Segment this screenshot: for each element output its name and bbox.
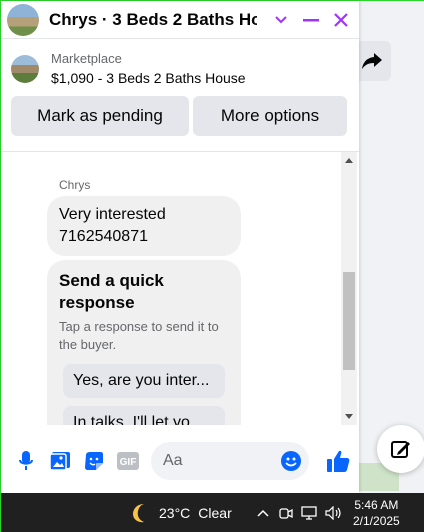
- like-icon[interactable]: [321, 444, 355, 478]
- clock[interactable]: 5:46 AM 2/1/2025: [353, 497, 400, 529]
- weather-condition: Clear: [198, 505, 232, 521]
- more-options-button[interactable]: More options: [193, 96, 347, 136]
- weather-widget[interactable]: 23°C Clear: [129, 502, 232, 524]
- compose-icon: [391, 441, 410, 458]
- clock-time: 5:46 AM: [354, 498, 399, 512]
- message-bubble: Very interested 7162540871: [47, 196, 241, 256]
- close-icon[interactable]: [331, 10, 351, 30]
- chat-window: Chrys · 3 Beds 2 Baths Ho... Marketplace…: [1, 1, 359, 493]
- gif-icon[interactable]: GIF: [111, 444, 145, 478]
- listing-summary[interactable]: Marketplace $1,090 - 3 Beds 2 Baths Hous…: [1, 39, 359, 92]
- scrollbar-thumb[interactable]: [343, 272, 355, 370]
- meet-now-icon[interactable]: [277, 506, 293, 520]
- quick-response-title: Send a quick response: [59, 271, 164, 312]
- mark-as-pending-button[interactable]: Mark as pending: [11, 96, 189, 136]
- chat-title[interactable]: Chrys · 3 Beds 2 Baths Ho...: [49, 10, 257, 30]
- system-tray: [257, 506, 343, 520]
- chevron-down-icon[interactable]: [271, 10, 291, 30]
- mic-icon[interactable]: [9, 444, 43, 478]
- svg-text:GIF: GIF: [120, 457, 137, 468]
- sticker-icon[interactable]: [77, 444, 111, 478]
- scroll-down-arrow[interactable]: [345, 412, 353, 420]
- chat-header: Chrys · 3 Beds 2 Baths Ho...: [1, 1, 359, 39]
- listing-thumbnail: [11, 54, 39, 83]
- message-input[interactable]: Aa: [151, 442, 309, 480]
- emoji-icon[interactable]: [281, 451, 301, 471]
- quick-response-option[interactable]: In talks, I'll let yo...: [63, 406, 225, 425]
- moon-icon: [133, 504, 144, 523]
- volume-icon[interactable]: [325, 506, 343, 520]
- temperature: 23°C: [159, 505, 191, 521]
- chevron-up-icon[interactable]: [257, 509, 269, 517]
- message-input-placeholder: Aa: [163, 452, 183, 469]
- scroll-up-arrow[interactable]: [345, 156, 353, 164]
- quick-response-option[interactable]: Yes, are you inter...: [63, 364, 225, 398]
- quick-response-card: Send a quick response Tap a response to …: [47, 260, 241, 425]
- new-message-button[interactable]: [377, 425, 424, 473]
- message-composer: GIF Aa: [1, 431, 359, 491]
- sender-name: Chrys: [59, 178, 91, 192]
- message-thread[interactable]: Chrys Very interested 7162540871 Send a …: [1, 151, 359, 425]
- network-icon[interactable]: [301, 506, 317, 520]
- photo-icon[interactable]: [43, 444, 77, 478]
- taskbar: 23°C Clear 5:46 AM 2/1/2025: [1, 493, 424, 532]
- listing-title: $1,090 - 3 Beds 2 Baths House: [51, 70, 246, 86]
- minimize-icon[interactable]: [301, 10, 321, 30]
- clock-date: 2/1/2025: [353, 514, 400, 528]
- quick-response-subtitle: Tap a response to send it to the buyer.: [59, 319, 219, 352]
- share-icon: [362, 53, 382, 69]
- listing-source: Marketplace: [51, 51, 122, 66]
- avatar[interactable]: [7, 3, 39, 36]
